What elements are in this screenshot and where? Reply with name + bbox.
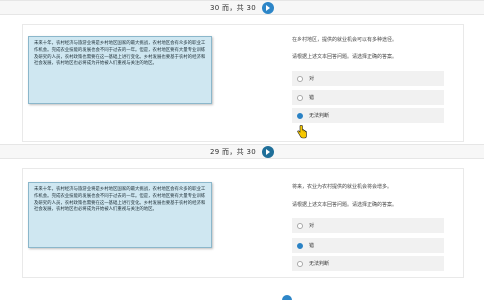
radio-icon[interactable] — [297, 242, 303, 249]
option-false[interactable]: 错 — [292, 238, 444, 253]
hand-cursor-icon — [297, 125, 307, 139]
radio-icon[interactable] — [297, 260, 303, 267]
question-instruction: 请根据上述文本回答问题。请选择正确的答案。 — [292, 202, 398, 208]
option-true[interactable]: 对 — [292, 71, 444, 86]
next-button-partial[interactable] — [282, 295, 292, 300]
option-label: 对 — [309, 76, 315, 82]
pager-text: 29 而，共 30 — [210, 147, 256, 156]
next-arrow-icon[interactable] — [261, 145, 274, 158]
option-label: 错 — [309, 243, 315, 249]
radio-icon[interactable] — [297, 222, 303, 229]
reading-passage: 未来十年，农村经济与旅游业将是乡村地区国家的最大挑战，农村地区会有众多的职业工作… — [28, 36, 212, 104]
option-label: 无法判断 — [309, 261, 330, 267]
question-pager-29: 29 而，共 30 — [0, 144, 484, 159]
option-label: 对 — [309, 223, 315, 229]
option-cannot-determine[interactable]: 无法判断 — [292, 256, 444, 271]
reading-passage: 未来十年，农村经济与旅游业将是乡村地区国家的最大挑战，农村地区会有众多的职业工作… — [28, 182, 212, 248]
question-instruction: 请根据上述文本回答问题。请选择正确的答案。 — [292, 54, 398, 60]
question-text: 在乡村地区，提供的就业机会可以有多种途径。 — [292, 37, 398, 43]
option-label: 无法判断 — [309, 113, 330, 119]
radio-icon[interactable] — [297, 112, 303, 119]
option-false[interactable]: 错 — [292, 90, 444, 105]
pager-text: 30 而，共 30 — [210, 3, 256, 12]
radio-icon[interactable] — [297, 75, 303, 82]
option-label: 错 — [309, 95, 315, 101]
question-text: 将来，农业为农村提供的就业机会将会增多。 — [292, 184, 393, 190]
next-arrow-icon[interactable] — [261, 1, 274, 14]
question-pager-30: 30 而，共 30 — [0, 0, 484, 15]
option-true[interactable]: 对 — [292, 218, 444, 233]
radio-icon[interactable] — [297, 94, 303, 101]
option-cannot-determine[interactable]: 无法判断 — [292, 108, 444, 123]
